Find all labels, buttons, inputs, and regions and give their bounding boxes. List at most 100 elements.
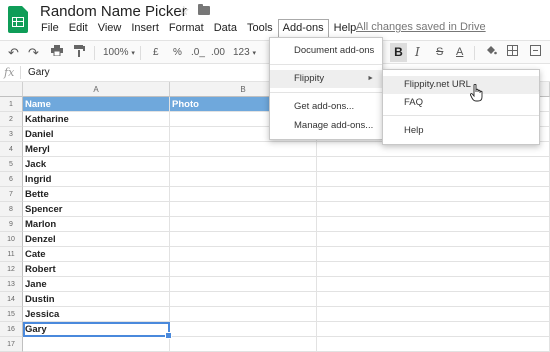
cell-a[interactable]: Spencer xyxy=(23,202,170,217)
row-number[interactable]: 16 xyxy=(0,322,23,337)
cell-c[interactable] xyxy=(317,217,550,232)
row-number[interactable]: 7 xyxy=(0,187,23,202)
menu-item-help[interactable]: Help xyxy=(383,122,539,140)
percent-format-button[interactable]: % xyxy=(173,45,182,60)
cell-a[interactable]: Katharine xyxy=(23,112,170,127)
cell-c[interactable] xyxy=(317,157,550,172)
folder-icon[interactable] xyxy=(198,4,210,15)
row-number[interactable]: 2 xyxy=(0,112,23,127)
save-status-link[interactable]: All changes saved in Drive xyxy=(356,21,486,33)
star-icon[interactable]: ☆ xyxy=(178,3,190,19)
cell-a[interactable]: Ingrid xyxy=(23,172,170,187)
cell-a[interactable]: Robert xyxy=(23,262,170,277)
undo-icon[interactable]: ↶ xyxy=(8,45,19,60)
row-number[interactable]: 11 xyxy=(0,247,23,262)
menu-addons[interactable]: Add-ons xyxy=(277,19,329,37)
currency-format-button[interactable]: £ xyxy=(153,45,159,60)
formula-input[interactable]: Gary xyxy=(28,67,50,78)
cell-c[interactable] xyxy=(317,277,550,292)
cell-c[interactable] xyxy=(317,232,550,247)
cell-a[interactable]: Daniel xyxy=(23,127,170,142)
row-number[interactable]: 4 xyxy=(0,142,23,157)
cell-b[interactable] xyxy=(170,142,317,157)
bold-button[interactable]: B xyxy=(390,43,407,62)
cell-a[interactable]: Marlon xyxy=(23,217,170,232)
cell-a[interactable]: Bette xyxy=(23,187,170,202)
italic-button[interactable]: I xyxy=(415,45,420,60)
cell-b[interactable] xyxy=(170,292,317,307)
row-number[interactable]: 8 xyxy=(0,202,23,217)
print-icon[interactable] xyxy=(50,45,64,60)
cell-c[interactable] xyxy=(317,322,550,337)
text-color-button[interactable]: A xyxy=(456,45,463,60)
cell-c[interactable] xyxy=(317,292,550,307)
row-number[interactable]: 1 xyxy=(0,97,23,112)
cell-b[interactable] xyxy=(170,157,317,172)
cell-b[interactable] xyxy=(170,202,317,217)
decrease-decimal-button[interactable]: .0_ xyxy=(191,45,205,60)
row-number[interactable]: 6 xyxy=(0,172,23,187)
row-number[interactable]: 9 xyxy=(0,217,23,232)
cell-c[interactable] xyxy=(317,187,550,202)
column-header-a[interactable]: A xyxy=(23,82,170,97)
row-number[interactable]: 3 xyxy=(0,127,23,142)
more-formats-select[interactable]: 123 ▾ xyxy=(233,45,256,60)
increase-decimal-button[interactable]: .00 xyxy=(211,45,225,60)
cell-a[interactable]: Cate xyxy=(23,247,170,262)
cell-b[interactable] xyxy=(170,172,317,187)
menu-item-document-addons[interactable]: Document add-ons xyxy=(270,42,382,60)
cell-a[interactable]: Jack xyxy=(23,157,170,172)
menu-item-flippity[interactable]: Flippity ► xyxy=(270,70,382,88)
menu-insert[interactable]: Insert xyxy=(126,19,164,37)
paint-format-icon[interactable] xyxy=(72,45,86,60)
row-number[interactable]: 13 xyxy=(0,277,23,292)
doc-title[interactable]: Random Name Picker xyxy=(40,3,187,20)
menu-item-faq[interactable]: FAQ xyxy=(383,94,539,112)
menu-format[interactable]: Format xyxy=(164,19,209,37)
cell-a[interactable]: Name xyxy=(23,97,170,112)
row-number[interactable]: 14 xyxy=(0,292,23,307)
cell-b[interactable] xyxy=(170,187,317,202)
cell-a[interactable]: Gary xyxy=(23,322,170,337)
cell-b[interactable] xyxy=(170,322,317,337)
menu-tools[interactable]: Tools xyxy=(242,19,278,37)
cell-c[interactable] xyxy=(317,337,550,352)
menu-file[interactable]: File xyxy=(36,19,64,37)
cell-a[interactable]: Meryl xyxy=(23,142,170,157)
cell-c[interactable] xyxy=(317,172,550,187)
cell-a[interactable]: Dustin xyxy=(23,292,170,307)
cell-a[interactable]: Jane xyxy=(23,277,170,292)
merge-cells-icon[interactable] xyxy=(528,45,542,60)
select-all-corner[interactable] xyxy=(0,82,23,97)
sheets-logo-icon[interactable] xyxy=(8,6,28,33)
borders-icon[interactable] xyxy=(505,45,519,60)
zoom-select[interactable]: 100% ▾ xyxy=(103,45,135,60)
cell-a[interactable]: Jessica xyxy=(23,307,170,322)
cell-c[interactable] xyxy=(317,307,550,322)
row-number[interactable]: 10 xyxy=(0,232,23,247)
cell-a[interactable]: Denzel xyxy=(23,232,170,247)
cell-b[interactable] xyxy=(170,247,317,262)
row-number[interactable]: 15 xyxy=(0,307,23,322)
cell-c[interactable] xyxy=(317,202,550,217)
row-number[interactable]: 5 xyxy=(0,157,23,172)
cell-b[interactable] xyxy=(170,232,317,247)
cell-b[interactable] xyxy=(170,277,317,292)
menu-item-manage-addons[interactable]: Manage add-ons... xyxy=(270,117,382,135)
menu-data[interactable]: Data xyxy=(209,19,242,37)
cell-c[interactable] xyxy=(317,262,550,277)
fill-color-icon[interactable] xyxy=(484,45,498,60)
row-number[interactable]: 17 xyxy=(0,337,23,352)
cell-c[interactable] xyxy=(317,247,550,262)
row-number[interactable]: 12 xyxy=(0,262,23,277)
menu-item-get-addons[interactable]: Get add-ons... xyxy=(270,98,382,116)
cell-b[interactable] xyxy=(170,262,317,277)
redo-icon[interactable]: ↷ xyxy=(28,45,39,60)
cell-a[interactable] xyxy=(23,337,170,352)
menu-item-flippity-url[interactable]: Flippity.net URL xyxy=(383,76,539,94)
menu-view[interactable]: View xyxy=(93,19,127,37)
menu-edit[interactable]: Edit xyxy=(64,19,93,37)
cell-b[interactable] xyxy=(170,217,317,232)
cell-b[interactable] xyxy=(170,307,317,322)
strikethrough-button[interactable]: S xyxy=(436,45,443,60)
